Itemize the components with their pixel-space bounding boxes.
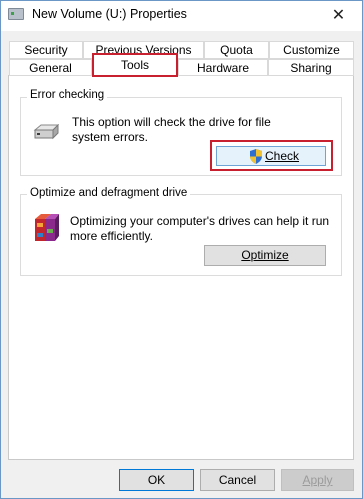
- tab-general[interactable]: General: [9, 59, 92, 76]
- error-checking-desc-line1: This option will check the drive for fil…: [72, 115, 271, 129]
- cancel-button[interactable]: Cancel: [200, 469, 275, 491]
- apply-button[interactable]: Apply: [281, 469, 354, 491]
- optimize-description: Optimizing your computer's drives can he…: [70, 214, 329, 244]
- drive-icon: [33, 123, 60, 140]
- tab-quota[interactable]: Quota: [204, 41, 269, 59]
- tab-security[interactable]: Security: [9, 41, 83, 59]
- optimize-desc-line1: Optimizing your computer's drives can he…: [70, 214, 330, 228]
- ok-button[interactable]: OK: [119, 469, 194, 491]
- optimize-button[interactable]: Optimize: [204, 245, 326, 266]
- defrag-icon: [32, 211, 62, 243]
- optimize-title: Optimize and defragment drive: [27, 187, 191, 199]
- optimize-button-label: Optimize: [241, 248, 289, 262]
- close-button[interactable]: ✕: [316, 1, 361, 30]
- tab-sharing[interactable]: Sharing: [268, 59, 354, 76]
- apply-button-label: Apply: [302, 473, 333, 487]
- error-checking-title: Error checking: [27, 89, 108, 101]
- drive-icon: [8, 8, 24, 20]
- check-button[interactable]: Check: [216, 146, 326, 166]
- tab-customize[interactable]: Customize: [269, 41, 354, 59]
- window-title: New Volume (U:) Properties: [32, 7, 187, 21]
- shield-icon: [250, 149, 262, 164]
- check-button-label: Check: [265, 149, 300, 163]
- tab-tools[interactable]: Tools: [92, 53, 178, 77]
- tab-hardware[interactable]: Hardware: [178, 59, 268, 76]
- optimize-desc-line2: more efficiently.: [70, 229, 153, 243]
